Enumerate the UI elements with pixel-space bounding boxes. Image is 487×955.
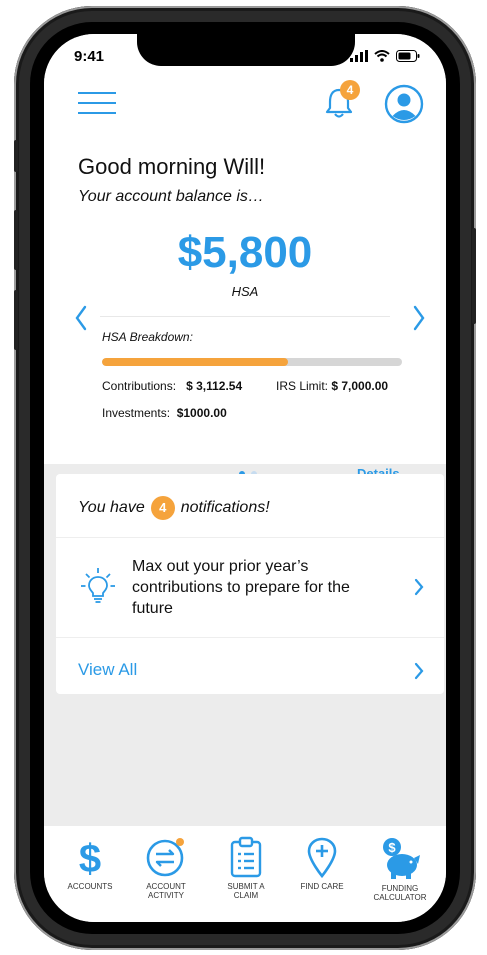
contribution-progress-bar — [102, 358, 402, 366]
notification-chevron-icon[interactable] — [414, 578, 424, 596]
irs-limit-row: IRS Limit: $ 7,000.00 — [276, 379, 388, 393]
notification-count-badge: 4 — [340, 80, 360, 100]
tab-label-line2: ACTIVITY — [147, 891, 184, 900]
notification-item[interactable]: Max out your prior year’s contributions … — [56, 538, 444, 638]
svg-text:$: $ — [388, 840, 396, 855]
breakdown-title: HSA Breakdown: — [102, 330, 193, 344]
irs-limit-label: IRS Limit: — [276, 379, 329, 393]
bottom-tab-bar: $ ACCOUNTS ACCOUNT ACTIVITY SUBMIT A CLA… — [44, 826, 446, 922]
tab-submit-claim[interactable]: SUBMIT A CLAIM — [208, 836, 284, 900]
notifications-count-badge: 4 — [150, 496, 175, 520]
contributions-row: Contributions: $ 3,112.54 — [102, 379, 242, 393]
silent-switch — [14, 140, 18, 172]
balance-divider — [100, 316, 390, 317]
notifications-header: You have 4 notifications! — [56, 474, 444, 538]
status-time: 9:41 — [74, 48, 105, 65]
lightbulb-icon — [81, 568, 115, 603]
volume-down-button — [14, 290, 18, 350]
next-account-chevron-icon[interactable] — [412, 304, 426, 332]
tab-label: FIND CARE — [300, 882, 344, 891]
view-all-link[interactable]: View All — [78, 660, 137, 680]
contribution-progress-fill — [102, 358, 288, 366]
previous-account-chevron-icon[interactable] — [74, 304, 88, 332]
balance-caption: Your account balance is… — [78, 188, 264, 205]
location-pin-plus-icon — [307, 837, 337, 878]
notifications-prefix: You have — [78, 499, 145, 516]
battery-icon — [396, 50, 420, 62]
user-profile-icon[interactable] — [384, 84, 424, 124]
contributions-label: Contributions: — [102, 379, 177, 393]
notifications-summary: You have 4 notifications! — [78, 496, 270, 520]
piggy-bank-icon: $ — [383, 838, 420, 879]
transfer-arrows-icon — [146, 838, 184, 877]
volume-up-button — [14, 210, 18, 270]
hamburger-menu-icon[interactable] — [78, 92, 116, 114]
dollar-sign-icon: $ — [79, 837, 101, 878]
tab-label-line2: CALCULATOR — [373, 893, 427, 902]
tab-account-activity[interactable]: ACCOUNT ACTIVITY — [128, 836, 204, 900]
investments-row: Investments: $1000.00 — [102, 406, 227, 420]
status-icons — [350, 50, 420, 62]
balance-amount: $5,800 — [177, 228, 313, 277]
app-screen: 9:41 4 Good morning Will! Your account b… — [44, 34, 446, 922]
power-button — [472, 228, 476, 324]
tab-label: ACCOUNT — [146, 882, 186, 891]
view-all-chevron-icon[interactable] — [414, 662, 424, 680]
tab-label-line2: CLAIM — [233, 891, 259, 900]
wifi-icon — [374, 50, 390, 62]
notifications-card: You have 4 notifications! Max out your p… — [56, 474, 444, 694]
tab-label: SUBMIT A — [227, 882, 265, 891]
clipboard-icon — [230, 836, 262, 878]
svg-text:$: $ — [79, 837, 101, 878]
irs-limit-value: $ 7,000.00 — [331, 379, 389, 393]
account-type-label: HSA — [231, 284, 259, 299]
investments-value: $1000.00 — [176, 406, 227, 420]
tab-label: ACCOUNTS — [67, 882, 113, 891]
notifications-suffix: notifications! — [180, 499, 270, 516]
greeting-title: Good morning Will! — [78, 154, 266, 179]
notification-message: Max out your prior year’s contributions … — [132, 558, 350, 617]
device-notch — [137, 34, 355, 66]
balance-card: 4 Good morning Will! Your account balanc… — [44, 78, 446, 481]
tab-funding-calculator[interactable]: $ FUNDING CALCULATOR — [362, 836, 438, 902]
tab-accounts[interactable]: $ ACCOUNTS — [52, 836, 128, 891]
tab-label: FUNDING — [381, 884, 419, 893]
tab-find-care[interactable]: FIND CARE — [284, 836, 360, 891]
contributions-value: $ 3,112.54 — [186, 379, 243, 393]
investments-label: Investments: — [102, 406, 171, 420]
